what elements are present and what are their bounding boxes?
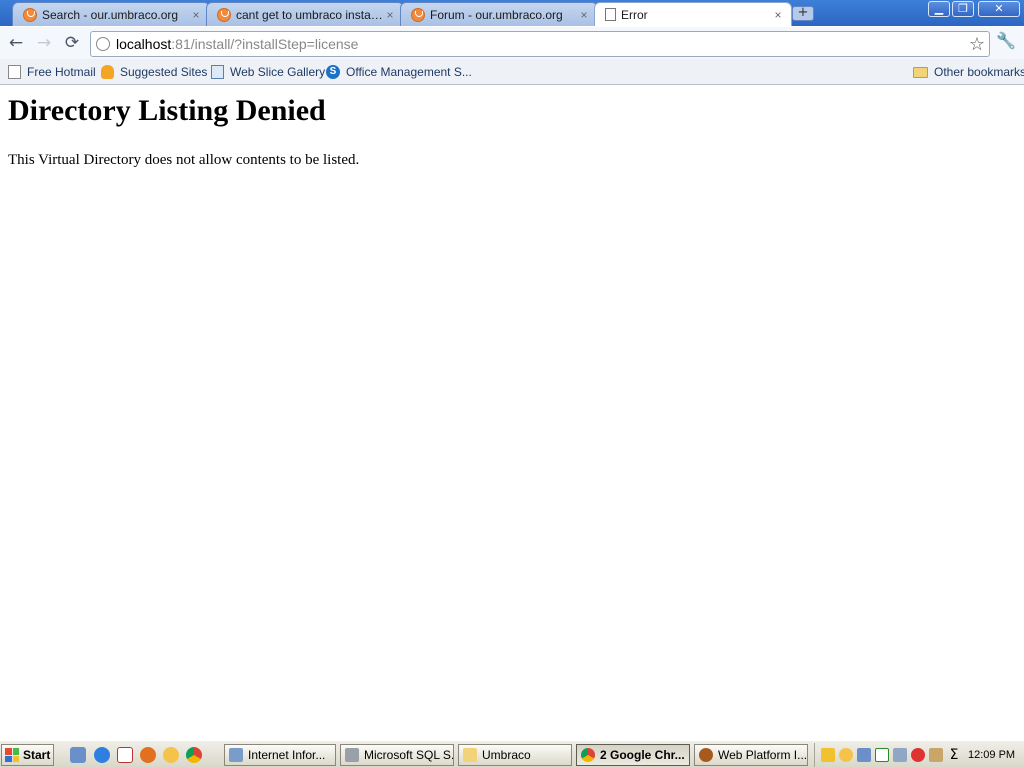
umbraco-tray-icon[interactable] (839, 748, 853, 762)
browser-toolbar: ← → ⟳ localhost :81/install/?installStep… (0, 26, 1024, 59)
messenger-icon[interactable] (911, 748, 925, 762)
tab-close-icon[interactable]: × (189, 8, 203, 22)
web-slice-icon (211, 65, 224, 79)
url-path: :81/install/?installStep=license (171, 36, 359, 52)
tab-strip: Search - our.umbraco.org × cant get to u… (0, 0, 1024, 26)
page-title: Directory Listing Denied (8, 94, 326, 127)
tab-close-icon[interactable]: × (771, 8, 785, 22)
error-message: This Virtual Directory does not allow co… (8, 152, 360, 168)
back-button[interactable]: ← (5, 33, 27, 53)
tab-error[interactable]: Error × (594, 2, 792, 26)
bookmark-star-icon[interactable]: ☆ (969, 34, 985, 55)
page-icon (8, 65, 21, 79)
firefox-icon[interactable] (140, 747, 156, 763)
address-bar[interactable]: localhost :81/install/?installStep=licen… (90, 31, 990, 57)
bookmark-suggested-sites[interactable]: Suggested Sites (101, 63, 207, 81)
new-tab-button[interactable]: + (792, 6, 814, 21)
task-internet-information-services[interactable]: Internet Infor... (224, 744, 336, 766)
task-web-platform-installer[interactable]: Web Platform I... (694, 744, 808, 766)
clock[interactable]: 12:09 PM (968, 749, 1015, 761)
visual-studio-tray-icon[interactable] (875, 748, 889, 762)
task-umbraco-folder[interactable]: Umbraco (458, 744, 572, 766)
tab-forum-umbraco[interactable]: Forum - our.umbraco.org × (400, 2, 598, 26)
iis-icon (229, 748, 243, 762)
tab-close-icon[interactable]: × (577, 8, 591, 22)
bookmark-label: Suggested Sites (120, 65, 208, 79)
tab-cant-get-to-umbraco[interactable]: cant get to umbraco install... × (206, 2, 404, 26)
umbraco-favicon-icon (23, 7, 37, 22)
restore-button[interactable]: ❐ (952, 1, 974, 17)
bookmark-web-slice-gallery[interactable]: Web Slice Gallery (211, 63, 325, 81)
bookmark-label: Web Slice Gallery (230, 65, 326, 79)
close-window-button[interactable]: ✕ (978, 1, 1020, 17)
word-icon[interactable] (929, 748, 943, 762)
chrome-icon[interactable] (186, 747, 202, 763)
bookmark-free-hotmail[interactable]: Free Hotmail (8, 63, 96, 81)
folder-icon (913, 66, 928, 78)
start-button[interactable]: Start (1, 744, 54, 766)
minimize-button[interactable]: ▁ (928, 1, 950, 17)
forward-button[interactable]: → (33, 33, 55, 53)
task-label: Web Platform I... (718, 748, 808, 762)
other-bookmarks[interactable]: Other bookmarks (913, 63, 1024, 81)
bookmarks-bar: Free Hotmail Suggested Sites Web Slice G… (0, 59, 1024, 85)
task-label: 2 Google Chr... (600, 748, 685, 762)
security-shield-icon[interactable] (821, 748, 835, 762)
task-label: Microsoft SQL S... (364, 748, 454, 762)
display-icon[interactable] (893, 748, 907, 762)
task-label: Umbraco (482, 748, 531, 762)
tab-title: Search - our.umbraco.org (42, 7, 179, 22)
s-logo-icon: S (326, 65, 340, 79)
task-google-chrome-group[interactable]: 2 Google Chr... (576, 744, 690, 766)
web-platform-icon (699, 748, 713, 762)
task-microsoft-sql-server[interactable]: Microsoft SQL S... (340, 744, 454, 766)
show-desktop-icon[interactable] (70, 747, 86, 763)
tab-title: cant get to umbraco install... (236, 7, 383, 22)
windows-taskbar: Start Internet Infor... Microsoft SQL S.… (0, 740, 1024, 768)
umbraco-icon[interactable] (163, 747, 179, 763)
windows-logo-icon (5, 748, 19, 762)
tab-search-umbraco[interactable]: Search - our.umbraco.org × (12, 2, 210, 26)
sigma-icon[interactable]: Σ (947, 748, 961, 762)
other-bookmarks-label: Other bookmarks (934, 65, 1024, 79)
network-icon[interactable] (857, 748, 871, 762)
umbraco-favicon-icon (217, 7, 231, 22)
page-favicon-icon (605, 8, 616, 21)
tab-title: Forum - our.umbraco.org (430, 7, 563, 22)
page-content: Directory Listing Denied This Virtual Di… (0, 86, 1024, 740)
chrome-icon (581, 748, 595, 762)
umbraco-favicon-icon (411, 7, 425, 22)
task-label: Internet Infor... (248, 748, 326, 762)
start-label: Start (23, 748, 51, 762)
bookmark-label: Free Hotmail (27, 65, 96, 79)
tab-title: Error (621, 7, 648, 22)
internet-explorer-icon[interactable] (94, 747, 110, 763)
bulb-icon (101, 65, 114, 79)
globe-icon (96, 37, 110, 51)
folder-icon (463, 748, 477, 762)
sql-server-icon (345, 748, 359, 762)
url-host: localhost (116, 36, 172, 52)
visual-studio-icon[interactable] (117, 747, 133, 763)
reload-button[interactable]: ⟳ (61, 33, 83, 53)
bookmark-label: Office Management S... (346, 65, 472, 79)
wrench-icon[interactable]: 🔧 (996, 31, 1016, 50)
bookmark-office-management[interactable]: S Office Management S... (326, 63, 472, 81)
tab-close-icon[interactable]: × (383, 8, 397, 22)
